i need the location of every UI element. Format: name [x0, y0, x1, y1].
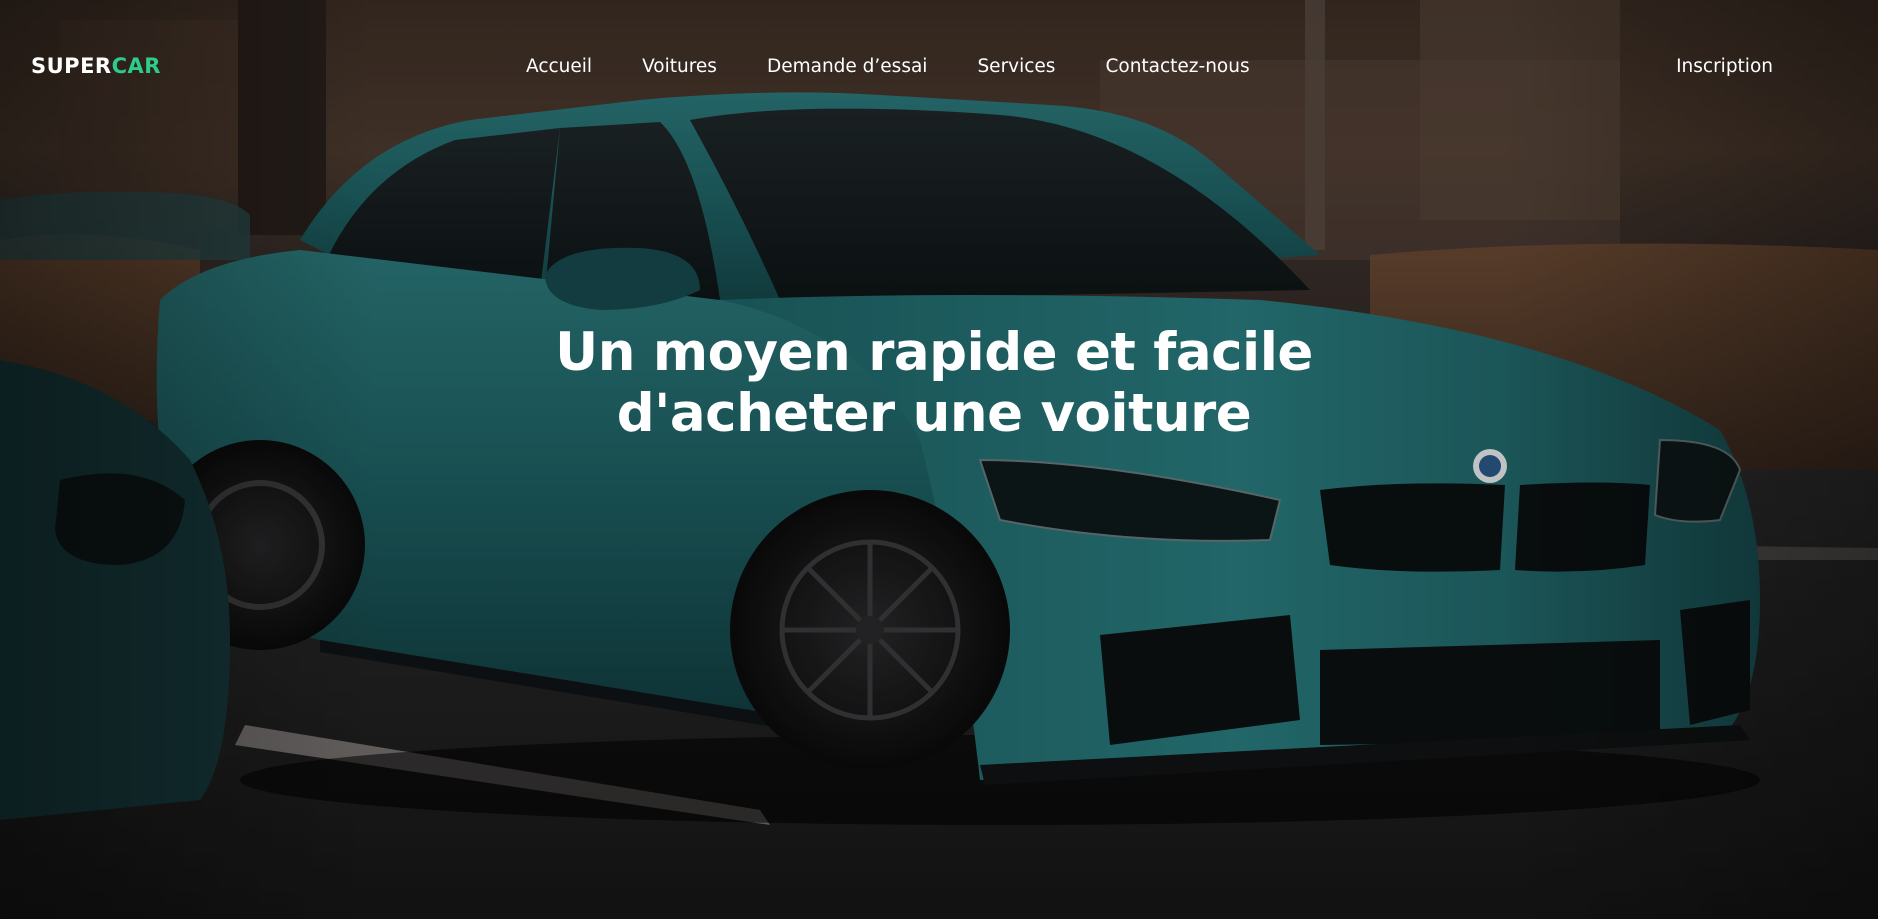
nav-link-services[interactable]: Services: [977, 56, 1055, 77]
nav-item: Voitures: [642, 56, 717, 77]
nav-link-demande-essai[interactable]: Demande d’essai: [767, 56, 927, 77]
hero-headline: Un moyen rapide et facile d'acheter une …: [0, 322, 1868, 444]
logo-text-accent: CAR: [111, 54, 161, 78]
hero-headline-line-2: d'acheter une voiture: [616, 383, 1252, 444]
nav-link-accueil[interactable]: Accueil: [526, 56, 592, 77]
hero-background-image: [0, 0, 1878, 919]
hero-section: SUPERCAR Accueil Voitures Demande d’essa…: [0, 0, 1878, 919]
logo[interactable]: SUPERCAR: [31, 54, 161, 78]
nav-item: Demande d’essai: [767, 56, 927, 77]
nav-item: Services: [977, 56, 1055, 77]
nav-link-contact[interactable]: Contactez-nous: [1105, 56, 1249, 77]
nav-link-voitures[interactable]: Voitures: [642, 56, 717, 77]
hero-headline-line-1: Un moyen rapide et facile: [555, 322, 1313, 383]
main-nav: Accueil Voitures Demande d’essai Service…: [526, 56, 1250, 77]
logo-text-primary: SUPER: [31, 54, 112, 78]
navbar: SUPERCAR Accueil Voitures Demande d’essa…: [0, 0, 1878, 136]
nav-item: Contactez-nous: [1105, 56, 1249, 77]
nav-item: Accueil: [526, 56, 592, 77]
signup-link[interactable]: Inscription: [1676, 56, 1773, 77]
